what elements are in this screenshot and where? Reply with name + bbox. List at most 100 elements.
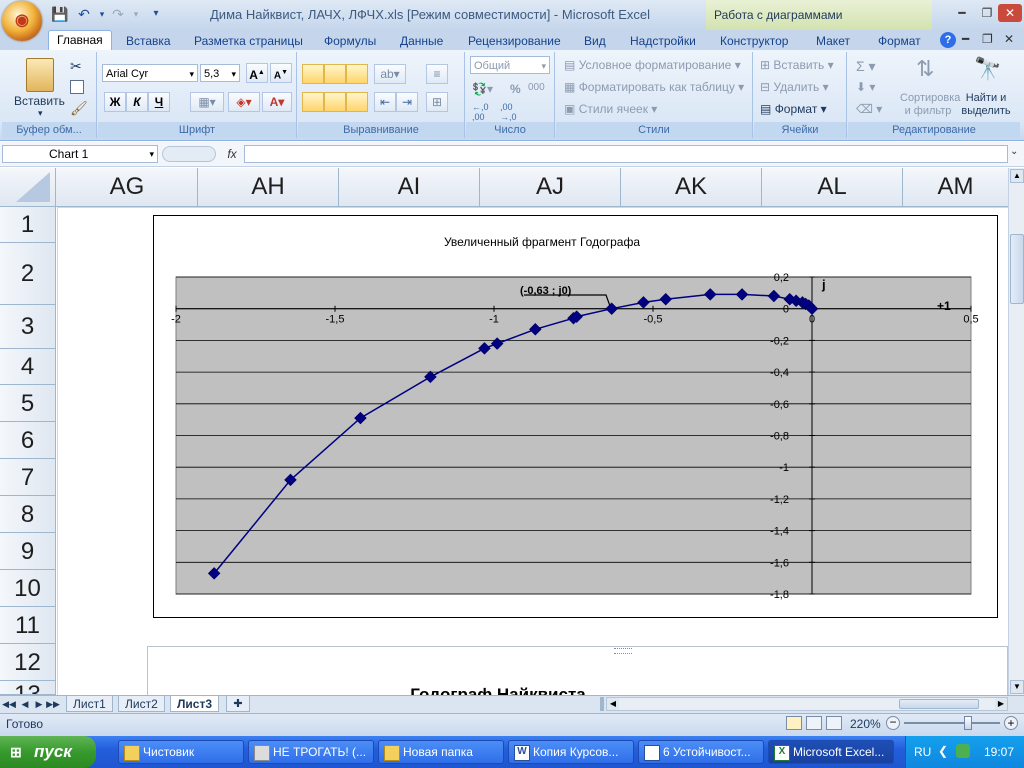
row-header-3[interactable]: 3 [0,305,56,349]
align-middle-button[interactable] [324,64,346,84]
decrease-decimal-icon[interactable]: ,00 →,0 [500,102,517,122]
chevron-down-icon[interactable]: ▾ [149,146,154,162]
zoom-in-icon[interactable]: + [1004,716,1018,730]
wrap-text-button[interactable]: ≡ [426,64,448,84]
redo-icon[interactable]: ↷ [108,4,128,24]
vertical-scroll-thumb[interactable] [1010,234,1024,304]
tab-addins[interactable]: Надстройки [630,32,696,50]
row-header-4[interactable]: 4 [0,349,56,385]
normal-view-icon[interactable] [786,716,802,730]
taskbar-item-5[interactable]: 6 Устойчивост... [638,740,764,764]
tray-expand-icon[interactable]: ❮ [938,744,948,758]
fill-color-button[interactable]: ◈▾ [228,92,260,112]
first-sheet-icon[interactable]: ◀◀ [2,697,16,711]
scroll-up-icon[interactable]: ▲ [1010,169,1024,183]
autosum-icon[interactable]: Σ ▾ [856,58,876,75]
chart-object[interactable]: Увеличенный фрагмент Годографа -2 -1,5 -1 -… [153,215,998,618]
row-header-9[interactable]: 9 [0,533,56,570]
chart-resize-handle[interactable] [614,648,632,654]
percent-icon[interactable]: % [510,82,521,96]
close-icon[interactable]: ✕ [998,4,1022,22]
taskbar-item-3[interactable]: Новая папка [378,740,504,764]
tab-design[interactable]: Конструктор [720,32,788,50]
scroll-down-icon[interactable]: ▼ [1010,680,1024,694]
column-header-ag[interactable]: AG [57,168,198,206]
zoom-slider-track[interactable] [904,722,1000,724]
taskbar-item-6[interactable]: X Microsoft Excel... [768,740,894,764]
prev-sheet-icon[interactable]: ◀ [18,697,32,711]
expand-formula-bar-icon[interactable]: ⌄ [1010,146,1018,157]
underline-button[interactable]: Ч [148,92,170,112]
align-right-button[interactable] [346,92,368,112]
restore-icon[interactable]: ❐ [975,4,999,22]
sheet-tab-3[interactable]: Лист3 [170,696,220,712]
column-header-am[interactable]: AM [903,168,1008,206]
row-header-12[interactable]: 12 [0,644,56,681]
font-color-button[interactable]: A▾ [262,92,292,112]
column-header-aj[interactable]: AJ [480,168,621,206]
select-all-corner[interactable] [0,168,56,206]
align-bottom-button[interactable] [346,64,368,84]
fill-icon[interactable]: ⬇ ▾ [856,80,875,94]
align-center-button[interactable] [324,92,346,112]
tab-page-layout[interactable]: Разметка страницы [194,32,303,50]
row-header-7[interactable]: 7 [0,459,56,496]
align-top-button[interactable] [302,64,324,84]
find-select-button[interactable]: 🔭 Найти и выделить [956,56,1016,120]
scroll-right-icon[interactable]: ▶ [995,698,1007,710]
network-icon[interactable] [956,744,970,758]
office-button[interactable]: ◉ [2,1,42,41]
row-header-8[interactable]: 8 [0,496,56,533]
ribbon-minimize-icon[interactable]: ━ [962,32,969,46]
orientation-button[interactable]: ab▾ [374,64,406,84]
format-painter-icon[interactable]: 🖌 [70,100,88,117]
shrink-font-button[interactable]: A▼ [270,63,292,83]
tab-insert[interactable]: Вставка [126,32,171,50]
column-header-ak[interactable]: AK [621,168,762,206]
redo-dropdown-icon[interactable]: ▾ [126,4,146,24]
insert-cells-button[interactable]: ⊞ Вставить ▾ [760,58,834,72]
column-header-ah[interactable]: AH [198,168,339,206]
ribbon-close-icon[interactable]: ✕ [1004,32,1014,46]
ribbon-restore-icon[interactable]: ❐ [982,32,993,46]
bold-button[interactable]: Ж [104,92,126,112]
undo-icon[interactable]: ↶ [74,4,94,24]
tab-layout[interactable]: Макет [816,32,850,50]
row-header-11[interactable]: 11 [0,607,56,644]
tab-view[interactable]: Вид [584,32,606,50]
page-layout-view-icon[interactable] [806,716,822,730]
merge-cells-button[interactable]: ⊞ [426,92,448,112]
currency-icon[interactable]: 💱▾ [472,82,493,96]
row-header-5[interactable]: 5 [0,385,56,422]
language-indicator[interactable]: RU [914,745,931,759]
tab-formulas[interactable]: Формулы [324,32,376,50]
zoom-out-icon[interactable]: − [886,716,900,730]
next-sheet-icon[interactable]: ▶ [32,697,46,711]
formula-bar-splitter[interactable] [162,146,216,162]
format-cells-button[interactable]: ▤ Формат ▾ [760,102,827,116]
tab-data[interactable]: Данные [400,32,443,50]
increase-indent-button[interactable]: ⇥ [396,92,418,112]
column-header-ai[interactable]: AI [339,168,480,206]
tab-review[interactable]: Рецензирование [468,32,561,50]
horizontal-scroll-thumb[interactable] [899,699,979,709]
last-sheet-icon[interactable]: ▶▶ [46,697,60,711]
page-break-view-icon[interactable] [826,716,842,730]
customize-qat-icon[interactable]: ▾ [146,4,166,24]
number-format-combo[interactable]: Общий ▾ [470,56,550,74]
cut-icon[interactable]: ✂ [70,58,82,75]
tab-split-handle[interactable] [600,697,604,711]
format-as-table-button[interactable]: ▦ Форматировать как таблицу ▾ [564,80,744,94]
row-header-13[interactable]: 13 [0,681,56,695]
save-icon[interactable]: 💾 [50,4,70,24]
formula-input[interactable] [244,145,1008,163]
insert-function-button[interactable]: fx [222,145,242,163]
chart-object-2[interactable]: Годограф Найквиста [147,646,1008,704]
horizontal-scrollbar[interactable]: ◀ ▶ [606,697,1008,711]
sheet-tab-2[interactable]: Лист2 [118,696,165,712]
tab-format[interactable]: Формат [878,32,921,50]
taskbar-item-4[interactable]: W Копия Курсов... [508,740,634,764]
borders-button[interactable]: ▦▾ [190,92,224,112]
copy-icon[interactable] [70,80,84,94]
taskbar-item-1[interactable]: Чистовик [118,740,244,764]
